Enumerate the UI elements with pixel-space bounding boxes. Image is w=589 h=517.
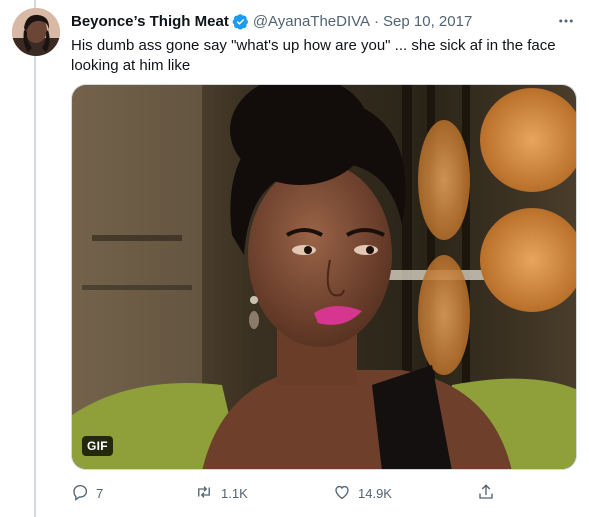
tweet-header: Beyonce’s Thigh Meat @AyanaTheDIVA · Sep… bbox=[71, 10, 575, 32]
reply-button[interactable]: 7 bbox=[71, 481, 103, 505]
reply-icon bbox=[71, 483, 89, 504]
verified-badge-icon bbox=[232, 13, 249, 30]
gif-still-image bbox=[72, 85, 576, 469]
thread-line bbox=[34, 0, 36, 517]
retweet-count: 1.1K bbox=[221, 485, 248, 501]
tweet-text: His dumb ass gone say "what's up how are… bbox=[71, 37, 556, 74]
reply-count: 7 bbox=[96, 485, 104, 501]
share-button[interactable] bbox=[477, 481, 495, 505]
tweet-media-gif[interactable]: GIF bbox=[71, 84, 577, 470]
tweet-actions: 7 1.1K 14.9K bbox=[71, 481, 501, 505]
tweet-date[interactable]: Sep 10, 2017 bbox=[383, 13, 472, 30]
like-button[interactable]: 14.9K bbox=[333, 481, 392, 505]
avatar[interactable] bbox=[12, 8, 60, 56]
user-handle[interactable]: @AyanaTheDIVA bbox=[253, 13, 370, 30]
avatar-image bbox=[12, 8, 60, 56]
share-icon bbox=[477, 483, 495, 504]
display-name[interactable]: Beyonce’s Thigh Meat bbox=[71, 13, 229, 30]
separator-dot: · bbox=[374, 12, 380, 30]
more-options-icon[interactable] bbox=[557, 12, 575, 30]
retweet-button[interactable]: 1.1K bbox=[194, 481, 248, 505]
gif-badge: GIF bbox=[82, 436, 113, 456]
retweet-icon bbox=[194, 483, 214, 504]
like-count: 14.9K bbox=[358, 485, 392, 501]
heart-icon bbox=[333, 483, 351, 504]
